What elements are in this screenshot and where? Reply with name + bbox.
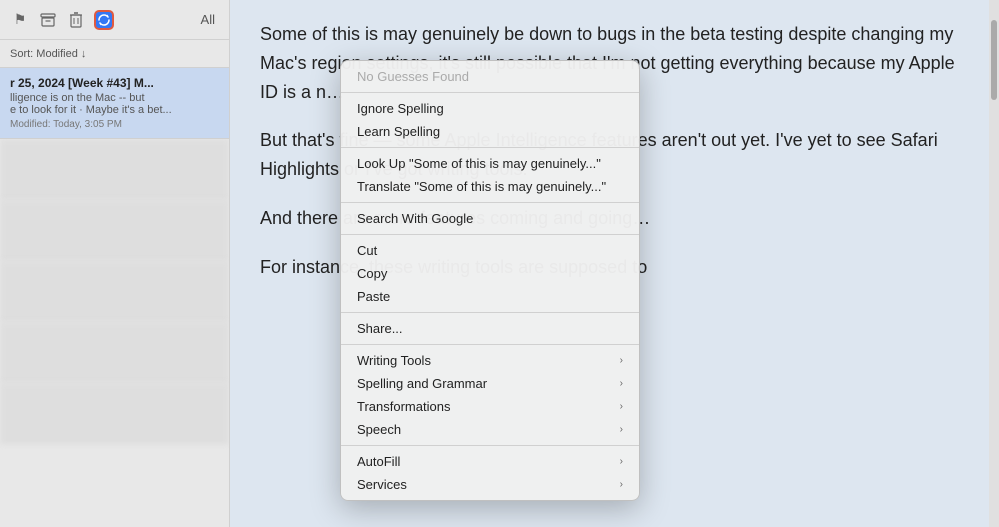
menu-item-autofill[interactable]: AutoFill ›	[341, 450, 639, 473]
item-preview: lligence is on the Mac -- but e to look …	[10, 92, 219, 116]
menu-item-label: Learn Spelling	[357, 124, 440, 139]
blurred-item	[0, 139, 229, 199]
menu-item-ignore-spelling[interactable]: Ignore Spelling	[341, 97, 639, 120]
menu-item-no-guesses: No Guesses Found	[341, 65, 639, 88]
menu-item-label: Writing Tools	[357, 353, 431, 368]
trash-icon[interactable]	[66, 10, 86, 30]
menu-item-label: No Guesses Found	[357, 69, 469, 84]
menu-item-look-up[interactable]: Look Up "Some of this is may genuinely..…	[341, 152, 639, 175]
menu-item-label: Translate "Some of this is may genuinely…	[357, 179, 606, 194]
active-list-item[interactable]: r 25, 2024 [Week #43] M... lligence is o…	[0, 68, 229, 139]
submenu-arrow-icon: ›	[620, 456, 623, 467]
blurred-item	[0, 383, 229, 443]
item-meta: Modified: Today, 3:05 PM	[10, 119, 219, 130]
menu-item-label: Speech	[357, 422, 401, 437]
menu-item-label: Share...	[357, 321, 403, 336]
blurred-list	[0, 139, 229, 527]
submenu-arrow-icon: ›	[620, 479, 623, 490]
menu-item-label: Cut	[357, 243, 377, 258]
flag-icon[interactable]: ⚑	[10, 10, 30, 30]
menu-item-label: Transformations	[357, 399, 450, 414]
menu-separator	[341, 344, 639, 345]
menu-item-transformations[interactable]: Transformations ›	[341, 395, 639, 418]
submenu-arrow-icon: ›	[620, 378, 623, 389]
menu-item-label: Ignore Spelling	[357, 101, 444, 116]
menu-item-paste[interactable]: Paste	[341, 285, 639, 308]
menu-item-services[interactable]: Services ›	[341, 473, 639, 496]
menu-separator	[341, 147, 639, 148]
sidebar-toolbar: ⚑ All	[0, 0, 229, 40]
menu-item-translate[interactable]: Translate "Some of this is may genuinely…	[341, 175, 639, 198]
menu-item-writing-tools[interactable]: Writing Tools ›	[341, 349, 639, 372]
menu-item-copy[interactable]: Copy	[341, 262, 639, 285]
sidebar: ⚑ All	[0, 0, 230, 527]
sort-label[interactable]: Sort: Modified ↓	[10, 48, 86, 60]
menu-item-cut[interactable]: Cut	[341, 239, 639, 262]
scrollbar[interactable]	[989, 0, 999, 527]
menu-separator	[341, 445, 639, 446]
item-title: r 25, 2024 [Week #43] M...	[10, 76, 219, 90]
menu-item-label: Spelling and Grammar	[357, 376, 487, 391]
scrollbar-thumb[interactable]	[991, 20, 997, 100]
blurred-item	[0, 261, 229, 321]
menu-separator	[341, 202, 639, 203]
menu-item-label: AutoFill	[357, 454, 400, 469]
menu-separator	[341, 312, 639, 313]
menu-item-search-google[interactable]: Search With Google	[341, 207, 639, 230]
blurred-item	[0, 322, 229, 382]
blurred-item	[0, 200, 229, 260]
submenu-arrow-icon: ›	[620, 355, 623, 366]
main-content: Some of this is may genuinely be down to…	[230, 0, 989, 527]
context-menu: No Guesses Found Ignore Spelling Learn Spe…	[340, 60, 640, 501]
sort-bar: Sort: Modified ↓	[0, 40, 229, 68]
submenu-arrow-icon: ›	[620, 424, 623, 435]
menu-separator	[341, 234, 639, 235]
menu-item-label: Search With Google	[357, 211, 473, 226]
menu-item-label: Paste	[357, 289, 390, 304]
menu-item-share[interactable]: Share...	[341, 317, 639, 340]
menu-item-learn-spelling[interactable]: Learn Spelling	[341, 120, 639, 143]
menu-item-label: Services	[357, 477, 407, 492]
submenu-arrow-icon: ›	[620, 401, 623, 412]
menu-item-label: Look Up "Some of this is may genuinely..…	[357, 156, 601, 171]
menu-separator	[341, 92, 639, 93]
archive-icon[interactable]	[38, 10, 58, 30]
sync-icon[interactable]	[94, 10, 114, 30]
all-label[interactable]: All	[201, 12, 215, 27]
menu-item-label: Copy	[357, 266, 387, 281]
menu-item-speech[interactable]: Speech ›	[341, 418, 639, 441]
menu-item-spelling-grammar[interactable]: Spelling and Grammar ›	[341, 372, 639, 395]
